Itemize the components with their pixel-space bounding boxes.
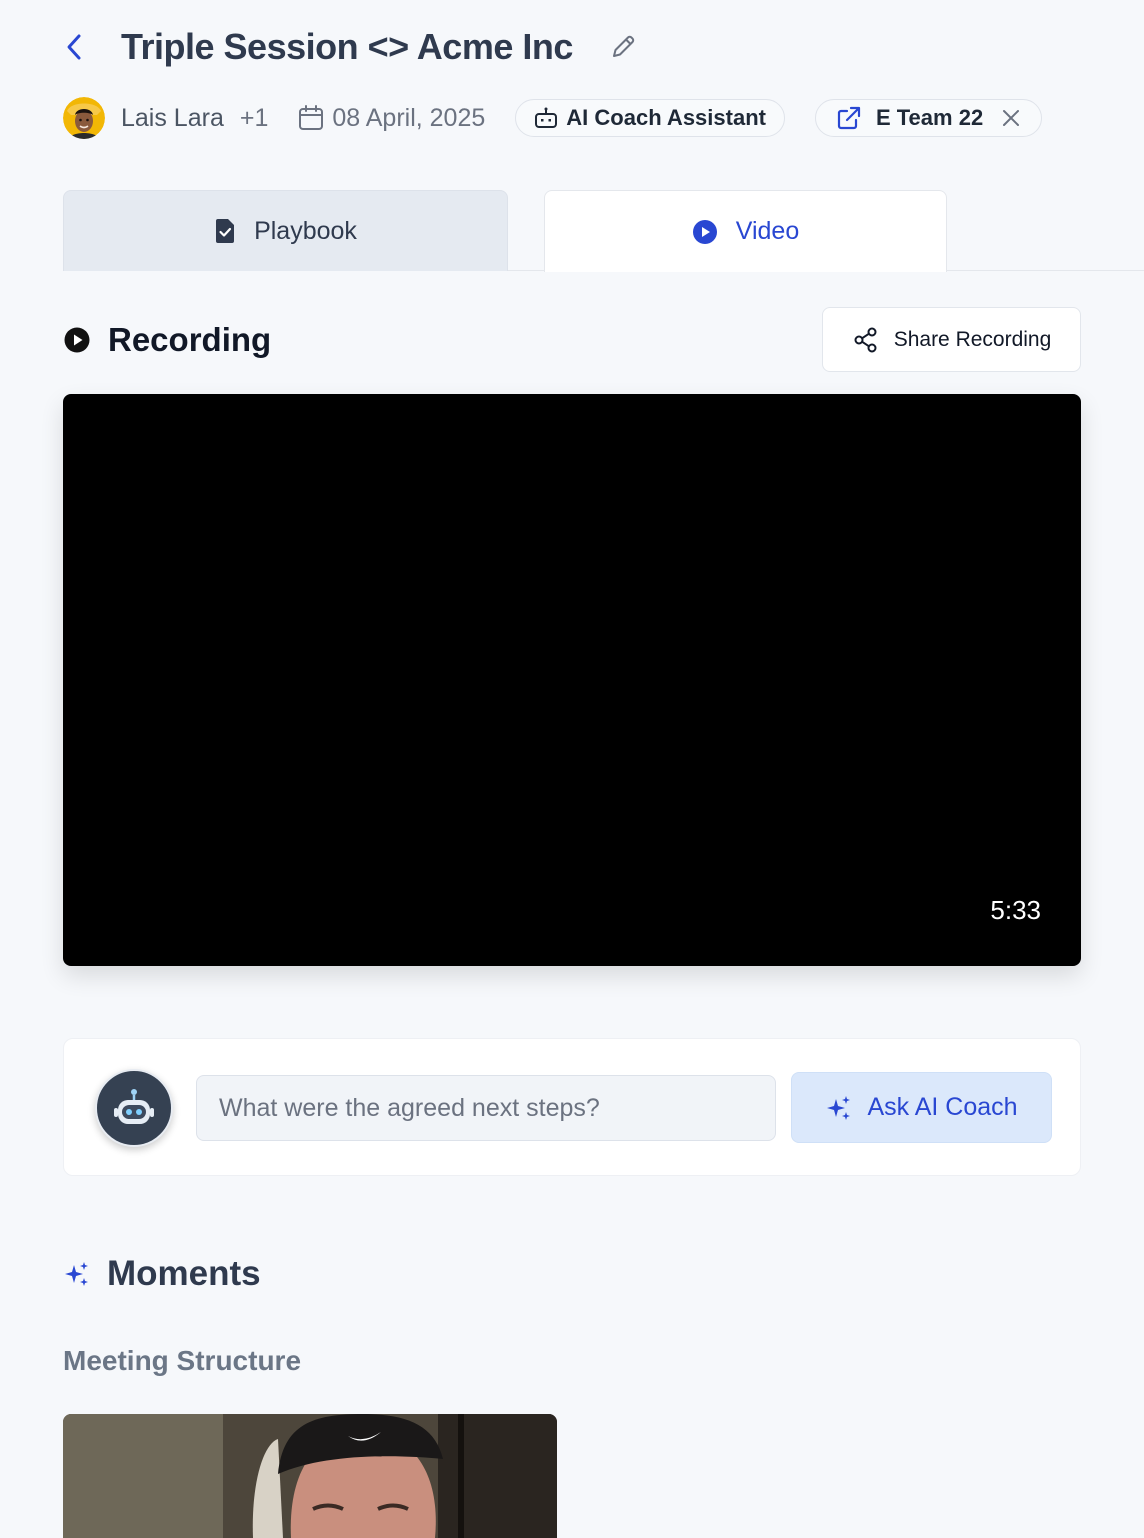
ask-ai-coach-panel: Ask AI Coach	[63, 1038, 1081, 1176]
moment-thumbnail[interactable]	[63, 1414, 557, 1538]
owner-name[interactable]: Lais Lara	[121, 104, 224, 133]
sparkles-icon	[827, 1095, 851, 1120]
tab-video-label: Video	[735, 217, 800, 245]
team-chip[interactable]: E Team 22	[814, 99, 1043, 137]
view-tabs: Playbook Video	[63, 190, 1144, 272]
document-check-icon	[216, 219, 235, 243]
video-player[interactable]: 5:33	[63, 394, 1081, 966]
share-icon	[854, 327, 877, 352]
chevron-left-icon	[67, 34, 81, 60]
play-circle-icon	[692, 219, 717, 244]
external-link-icon	[837, 106, 861, 130]
ai-coach-avatar	[95, 1069, 173, 1147]
recording-title: Recording	[108, 320, 272, 358]
sparkles-icon	[65, 1262, 88, 1286]
calendar-icon	[299, 105, 324, 130]
moments-title: Moments	[107, 1254, 261, 1293]
session-meta: Lais Lara +1 08 April, 2025 AI Coach Ass…	[63, 97, 1083, 139]
ai-coach-chip[interactable]: AI Coach Assistant	[515, 99, 785, 137]
ai-coach-chip-label: AI Coach Assistant	[566, 105, 766, 130]
team-chip-label: E Team 22	[875, 105, 984, 130]
ask-ai-coach-button[interactable]: Ask AI Coach	[791, 1072, 1052, 1143]
share-recording-label: Share Recording	[893, 327, 1052, 351]
page-header: Triple Session <> Acme Inc	[63, 22, 1063, 72]
robot-icon	[114, 1089, 154, 1124]
avatar[interactable]	[63, 97, 105, 139]
play-circle-icon	[64, 327, 90, 352]
tab-video[interactable]: Video	[544, 190, 947, 272]
robot-icon	[535, 107, 558, 128]
pencil-icon	[612, 35, 635, 57]
ask-ai-coach-label: Ask AI Coach	[867, 1093, 1018, 1121]
ask-question-input[interactable]	[196, 1075, 776, 1141]
moment-section-title: Meeting Structure	[63, 1345, 302, 1376]
moments-header: Moments	[63, 1252, 261, 1296]
back-button[interactable]	[63, 22, 107, 72]
page-title: Triple Session <> Acme Inc	[121, 26, 573, 67]
remove-team-button[interactable]	[1001, 108, 1021, 128]
date-text: 08 April, 2025	[332, 103, 486, 132]
tab-playbook-label: Playbook	[254, 216, 357, 245]
session-date: 08 April, 2025	[298, 104, 485, 133]
tab-playbook[interactable]: Playbook	[63, 190, 508, 271]
edit-title-button[interactable]	[607, 31, 639, 63]
extra-participants[interactable]: +1	[240, 104, 269, 133]
share-recording-button[interactable]: Share Recording	[822, 307, 1081, 372]
recording-header: Recording Share Recording	[63, 307, 1081, 372]
close-icon	[1003, 110, 1020, 126]
video-duration: 5:33	[990, 895, 1041, 925]
